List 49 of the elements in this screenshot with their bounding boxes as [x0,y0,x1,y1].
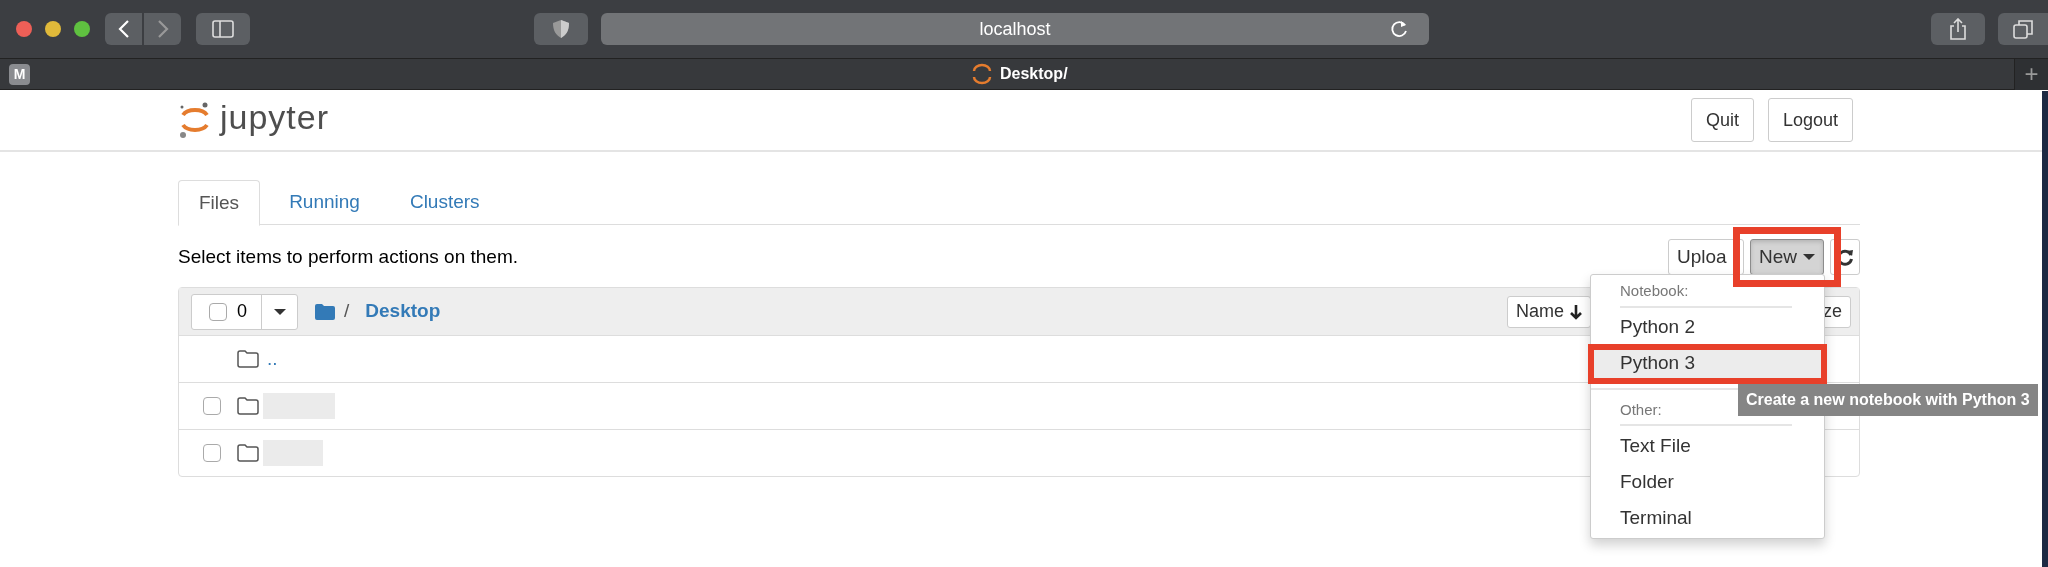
address-text: localhost [979,17,1051,41]
folder-icon [237,444,259,462]
logo-text: jupyter [220,96,330,138]
share-button[interactable] [1931,13,1985,45]
window-control-button[interactable] [74,21,90,37]
menu-section-header: Notebook: [1620,277,1792,308]
new-tab-button[interactable]: + [2014,58,2048,90]
forward-icon [156,19,169,39]
tab-title[interactable]: Desktop/ [1000,62,1068,86]
checkbox[interactable] [203,397,221,415]
jupyter-icon [972,63,992,85]
privacy-button[interactable] [534,13,588,45]
menu-item[interactable]: Folder [1591,464,1824,500]
header-button[interactable]: Logout [1767,98,1853,142]
window-control-button[interactable] [45,21,61,37]
folder-icon [237,350,259,368]
path-separator: / [344,299,350,324]
instructions-text: Select items to perform actions on them. [178,244,519,269]
tooltip-text: Create a new notebook with Python 3 [1738,384,2038,416]
tabs-icon [2013,19,2033,39]
caret-icon [273,308,286,317]
folder-link[interactable]: .. [267,344,278,374]
tab[interactable]: Running [268,180,381,225]
share-icon [1949,18,1967,40]
window-control-button[interactable] [16,21,32,37]
folder-icon [237,397,259,415]
sort-button[interactable]: Name [1507,295,1591,328]
menu-item[interactable]: Terminal [1591,500,1824,536]
reload-icon [1389,19,1409,39]
checkbox[interactable] [209,302,227,321]
header-button[interactable]: Quit [1690,98,1754,142]
menu-item[interactable]: Text File [1591,428,1824,464]
shield-icon [552,19,570,39]
breadcrumb-link[interactable]: Desktop [365,297,441,326]
toolbar-button[interactable]: New [1750,239,1824,275]
tab[interactable]: Clusters [388,180,501,225]
sidebar-button[interactable] [196,13,250,45]
tab[interactable]: Files [178,180,261,226]
checkbox[interactable] [203,444,221,462]
back-button[interactable] [105,13,142,45]
address-bar[interactable]: localhost [601,13,1429,45]
sidebar-icon [212,20,234,38]
caret-icon [1803,253,1815,261]
menu-item[interactable]: Python 2 [1591,309,1824,346]
back-icon [117,19,130,39]
tabs-button[interactable] [1998,13,2048,45]
selected-count: 0 [237,300,247,323]
down-arrow-icon [1570,303,1582,320]
folder-icon [314,302,336,321]
